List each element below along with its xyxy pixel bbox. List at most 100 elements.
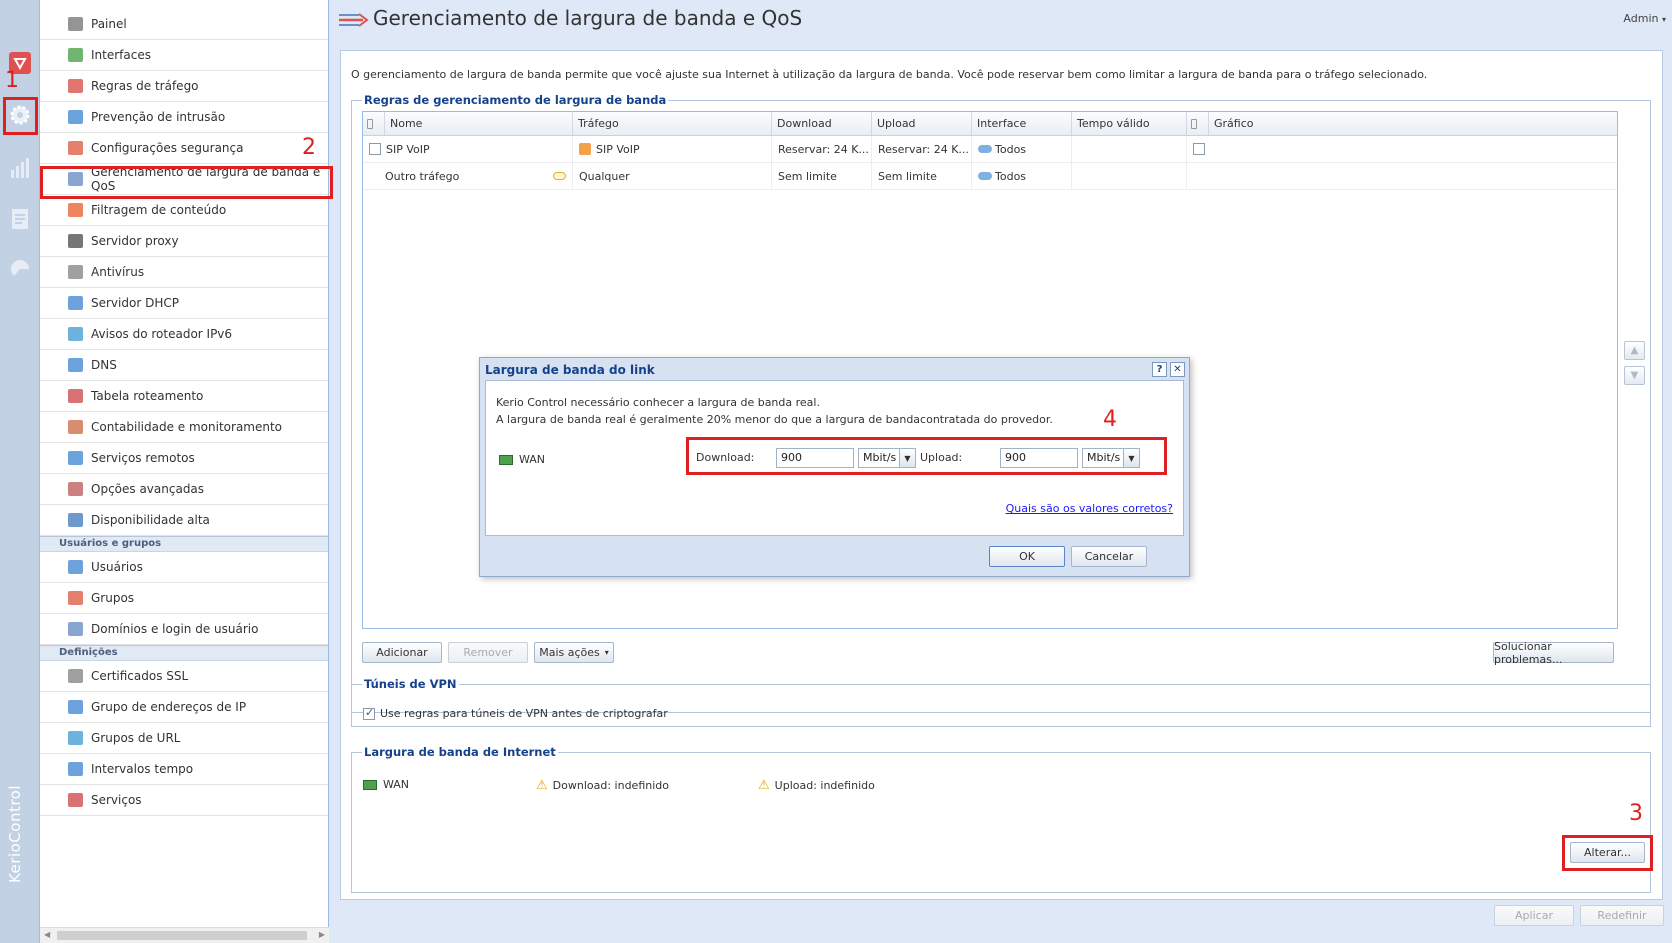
hand-stop-icon xyxy=(65,139,85,157)
rule-graph-checkbox[interactable] xyxy=(1193,143,1205,155)
sidebar-item-label: DNS xyxy=(91,358,117,372)
cloud-icon xyxy=(978,145,992,153)
sidebar-item-label: Opções avançadas xyxy=(91,482,205,496)
sidebar-item-antivirus[interactable]: Antivírus xyxy=(40,257,328,288)
funnel-icon xyxy=(65,201,85,219)
vpn-legend: Túneis de VPN xyxy=(364,677,457,691)
icon-rail: 1 KerioControl xyxy=(0,0,40,943)
more-actions-button[interactable]: Mais ações ▾ xyxy=(534,642,614,663)
logs-icon[interactable] xyxy=(8,207,32,231)
sidebar-item-prevencao-de-intrusao[interactable]: Prevenção de intrusão xyxy=(40,102,328,133)
sidebar-item-filtragem-de-conteudo[interactable]: Filtragem de conteúdo xyxy=(40,195,328,226)
sidebar-item-grupos[interactable]: Grupos xyxy=(40,583,328,614)
close-icon[interactable]: ✕ xyxy=(1170,362,1185,377)
sidebar-item-regras-de-trafego[interactable]: Regras de tráfego xyxy=(40,71,328,102)
user-menu[interactable]: Admin ▾ xyxy=(1623,12,1666,25)
sidebar-item-painel[interactable]: Painel xyxy=(40,9,328,40)
ip-group-icon xyxy=(65,698,85,716)
user-icon xyxy=(65,558,85,576)
sidebar-item-dominios-e-login-de-usuario[interactable]: Domínios e login de usuário xyxy=(40,614,328,645)
internet-bandwidth-fieldset: Largura de banda de Internet WAN ⚠ Downl… xyxy=(351,745,1651,893)
grid-header: Nome Tráfego Download Upload Interface T… xyxy=(363,112,1617,136)
rule-interface: Todos xyxy=(995,142,1027,156)
column-graph-toggle-header[interactable] xyxy=(1187,112,1209,135)
sidebar-horizontal-scrollbar[interactable]: ◀ ▶ xyxy=(40,927,329,943)
traffic-light-icon xyxy=(65,77,85,95)
correct-values-link[interactable]: Quais são os valores corretos? xyxy=(1006,502,1173,515)
move-down-button[interactable]: ▼ xyxy=(1624,366,1645,385)
apply-button[interactable]: Aplicar xyxy=(1494,905,1574,926)
dialog-title: Largura de banda do link xyxy=(485,363,655,377)
sidebar-item-intervalos-tempo[interactable]: Intervalos tempo xyxy=(40,754,328,785)
stats-icon[interactable] xyxy=(8,156,32,180)
sidebar-item-tabela-roteamento[interactable]: Tabela roteamento xyxy=(40,381,328,412)
troubleshoot-button[interactable]: Solucionar problemas... xyxy=(1493,640,1614,666)
column-header-graph[interactable]: Gráfico xyxy=(1209,112,1617,135)
column-enabled-header[interactable] xyxy=(363,112,385,135)
comment-bubble-icon[interactable] xyxy=(553,172,566,180)
sidebar-item-usuarios[interactable]: Usuários xyxy=(40,552,328,583)
monitor-icon xyxy=(65,294,85,312)
internet-download-status: ⚠ Download: indefinido xyxy=(536,778,669,793)
table-row[interactable]: SIP VoIP SIP VoIP Reservar: 24 K... Rese… xyxy=(363,136,1617,163)
column-header-traffic[interactable]: Tráfego xyxy=(573,112,772,135)
sidebar-item-label: Configurações segurança xyxy=(91,141,244,155)
column-header-interface[interactable]: Interface xyxy=(972,112,1072,135)
annotation-number-4: 4 xyxy=(1103,407,1117,432)
sidebar-item-label: Regras de tráfego xyxy=(91,79,199,93)
column-header-valid-time[interactable]: Tempo válido xyxy=(1072,112,1187,135)
table-row[interactable]: Outro tráfego Qualquer Sem limite Sem li… xyxy=(363,163,1617,190)
column-header-download[interactable]: Download xyxy=(772,112,872,135)
sidebar-item-grupo-de-enderecos-de-ip[interactable]: Grupo de endereços de IP xyxy=(40,692,328,723)
help-icon[interactable]: ? xyxy=(1152,362,1167,377)
proxy-server-icon xyxy=(65,232,85,250)
sidebar-item-interfaces[interactable]: Interfaces xyxy=(40,40,328,71)
add-button[interactable]: Adicionar xyxy=(362,642,442,663)
ok-button[interactable]: OK xyxy=(989,546,1065,567)
status-icon[interactable] xyxy=(8,257,32,281)
vpn-option[interactable]: ✓ Use regras para túneis de VPN antes de… xyxy=(363,706,668,720)
sidebar-item-contabilidade-e-monitoramento[interactable]: Contabilidade e monitoramento xyxy=(40,412,328,443)
kerio-control-logo: KerioControl xyxy=(6,784,25,884)
arrow-down-icon: ▼ xyxy=(1630,370,1639,381)
sidebar-item-servidor-proxy[interactable]: Servidor proxy xyxy=(40,226,328,257)
arrow-up-icon: ▲ xyxy=(1630,345,1639,356)
rule-interface-cell: Todos xyxy=(972,136,1072,162)
sidebar-item-avisos-do-roteador-ipv6[interactable]: Avisos do roteador IPv6 xyxy=(40,319,328,350)
scroll-left-icon[interactable]: ◀ xyxy=(44,930,50,939)
annotation-box-3 xyxy=(1562,835,1653,871)
sidebar-item-disponibilidade-alta[interactable]: Disponibilidade alta xyxy=(40,505,328,536)
reset-button[interactable]: Redefinir xyxy=(1580,905,1664,926)
page-title: Gerenciamento de largura de banda e QoS xyxy=(373,6,803,30)
annotation-box-4 xyxy=(686,437,1167,475)
sidebar-item-grupos-de-url[interactable]: Grupos de URL xyxy=(40,723,328,754)
sidebar-item-configuracoes-seguranca[interactable]: Configurações segurança xyxy=(40,133,328,164)
move-up-button[interactable]: ▲ xyxy=(1624,341,1645,360)
sidebar-item-servicos[interactable]: Serviços xyxy=(40,785,328,816)
annotation-number-3: 3 xyxy=(1629,801,1643,826)
sidebar-item-dns[interactable]: DNS xyxy=(40,350,328,381)
vpn-checkbox[interactable]: ✓ xyxy=(363,706,375,720)
sidebar-item-label: Intervalos tempo xyxy=(91,762,194,776)
page-header: Gerenciamento de largura de banda e QoS … xyxy=(329,0,1672,40)
scrollbar-thumb[interactable] xyxy=(57,931,307,940)
vpn-fieldset: Túneis de VPN ✓ Use regras para túneis d… xyxy=(351,677,1651,727)
internet-upload-status: ⚠ Upload: indefinido xyxy=(758,778,875,793)
dialog-interface-name: WAN xyxy=(519,453,546,466)
sidebar-item-certificados-ssl[interactable]: Certificados SSL xyxy=(40,661,328,692)
column-header-upload[interactable]: Upload xyxy=(872,112,972,135)
sidebar-item-label: Contabilidade e monitoramento xyxy=(91,420,283,434)
cancel-button[interactable]: Cancelar xyxy=(1071,546,1147,567)
sidebar-nav: Painel Interfaces Regras de tráfego Prevenç… xyxy=(40,0,328,816)
sidebar-item-servidor-dhcp[interactable]: Servidor DHCP xyxy=(40,288,328,319)
rule-upload: Reservar: 24 K... xyxy=(872,136,972,162)
sip-voip-icon xyxy=(579,143,591,155)
url-globe-icon xyxy=(65,729,85,747)
shield-icon xyxy=(65,108,85,126)
scroll-right-icon[interactable]: ▶ xyxy=(319,930,325,939)
sidebar-item-opcoes-avancadas[interactable]: Opções avançadas xyxy=(40,474,328,505)
column-header-name[interactable]: Nome xyxy=(385,112,573,135)
sidebar-item-servicos-remotos[interactable]: Serviços remotos xyxy=(40,443,328,474)
remove-button[interactable]: Remover xyxy=(448,642,528,663)
rule-enabled-checkbox[interactable] xyxy=(369,143,381,155)
